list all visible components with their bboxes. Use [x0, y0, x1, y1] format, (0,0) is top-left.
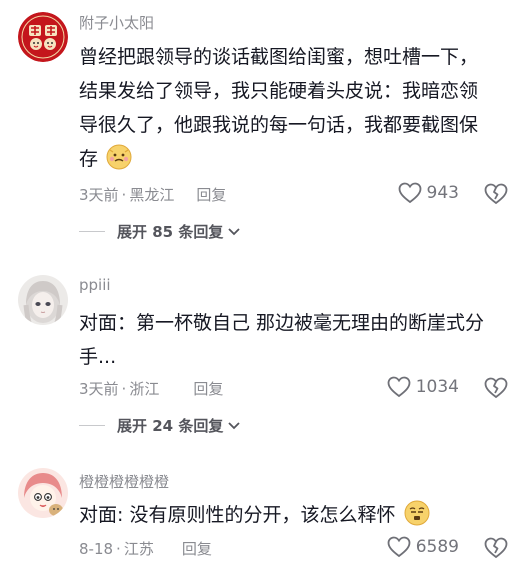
heart-outline-icon: [387, 376, 411, 398]
broken-heart-icon[interactable]: [483, 181, 509, 207]
expand-label: 展开 85 条回复: [117, 223, 224, 241]
like-button[interactable]: 1034: [387, 376, 459, 398]
username[interactable]: 橙橙橙橙橙橙: [79, 471, 169, 492]
heart-outline-icon: [387, 536, 411, 558]
expand-divider: [79, 231, 105, 232]
comment-text: 对面：第一杯敬自己 那边被毫无理由的断崖式分 手...: [79, 306, 509, 374]
username[interactable]: ppiii: [79, 276, 111, 294]
timestamp: 3天前: [79, 186, 119, 204]
location: 黑龙江: [129, 186, 175, 204]
avatar[interactable]: [18, 12, 68, 62]
broken-heart-icon[interactable]: [483, 535, 509, 561]
text-line: 对面：第一杯敬自己 那边被毫无理由的断崖式分: [79, 312, 485, 334]
expand-label: 展开 24 条回复: [117, 417, 224, 435]
location: 浙江: [129, 380, 160, 398]
chevron-down-icon: [228, 421, 240, 429]
meta-separator: ·: [121, 379, 127, 398]
text-line-last: 存: [79, 142, 509, 176]
worried-emoji-icon: [404, 500, 429, 526]
text-line: 曾经把跟领导的谈话截图给闺蜜，想吐槽一下，: [79, 46, 479, 68]
meta-separator: ·: [121, 185, 127, 204]
expand-replies-button[interactable]: 展开 24 条回复: [79, 415, 241, 436]
timestamp: 8-18: [79, 539, 114, 558]
avatar[interactable]: [18, 275, 68, 325]
heart-outline-icon: [398, 182, 421, 204]
reply-button[interactable]: 回复: [182, 538, 212, 559]
meta-separator: ·: [116, 539, 121, 558]
like-count: 1034: [415, 377, 459, 397]
like-button[interactable]: 943: [398, 182, 459, 204]
chevron-down-icon: [228, 227, 240, 235]
like-count: 6589: [415, 537, 459, 557]
text-line: 导很久了，他跟我说的每一句话，我都要截图保: [79, 114, 479, 136]
grimace-emoji-icon: [106, 144, 132, 170]
comment-meta: 3天前 · 浙江 回复: [79, 378, 223, 399]
comment-text: 曾经把跟领导的谈话截图给闺蜜，想吐槽一下， 结果发给了领导，我只能硬着头皮说：我…: [79, 40, 509, 176]
text-line: 结果发给了领导，我只能硬着头皮说：我暗恋领: [79, 80, 479, 102]
username[interactable]: 附子小太阳: [79, 12, 154, 33]
text-line: 手...: [79, 346, 117, 368]
location: 江苏: [123, 540, 154, 558]
reply-button[interactable]: 回复: [196, 184, 226, 205]
comment-meta: 8-18 · 江苏 回复: [79, 538, 212, 559]
broken-heart-icon[interactable]: [483, 375, 509, 401]
text-line: 存: [79, 148, 99, 170]
avatar[interactable]: [18, 468, 68, 518]
text-line-last: 对面: 没有原则性的分开，该怎么释怀: [79, 498, 509, 532]
expand-divider: [79, 425, 105, 426]
text-line: 对面: 没有原则性的分开，该怎么释怀: [79, 504, 396, 526]
comment-text: 对面: 没有原则性的分开，该怎么释怀: [79, 498, 509, 532]
like-count: 943: [426, 183, 459, 203]
expand-replies-button[interactable]: 展开 85 条回复: [79, 221, 241, 242]
reply-button[interactable]: 回复: [193, 378, 223, 399]
timestamp: 3天前: [79, 380, 119, 398]
like-button[interactable]: 6589: [387, 536, 459, 558]
comment-meta: 3天前 · 黑龙江 回复: [79, 184, 226, 205]
